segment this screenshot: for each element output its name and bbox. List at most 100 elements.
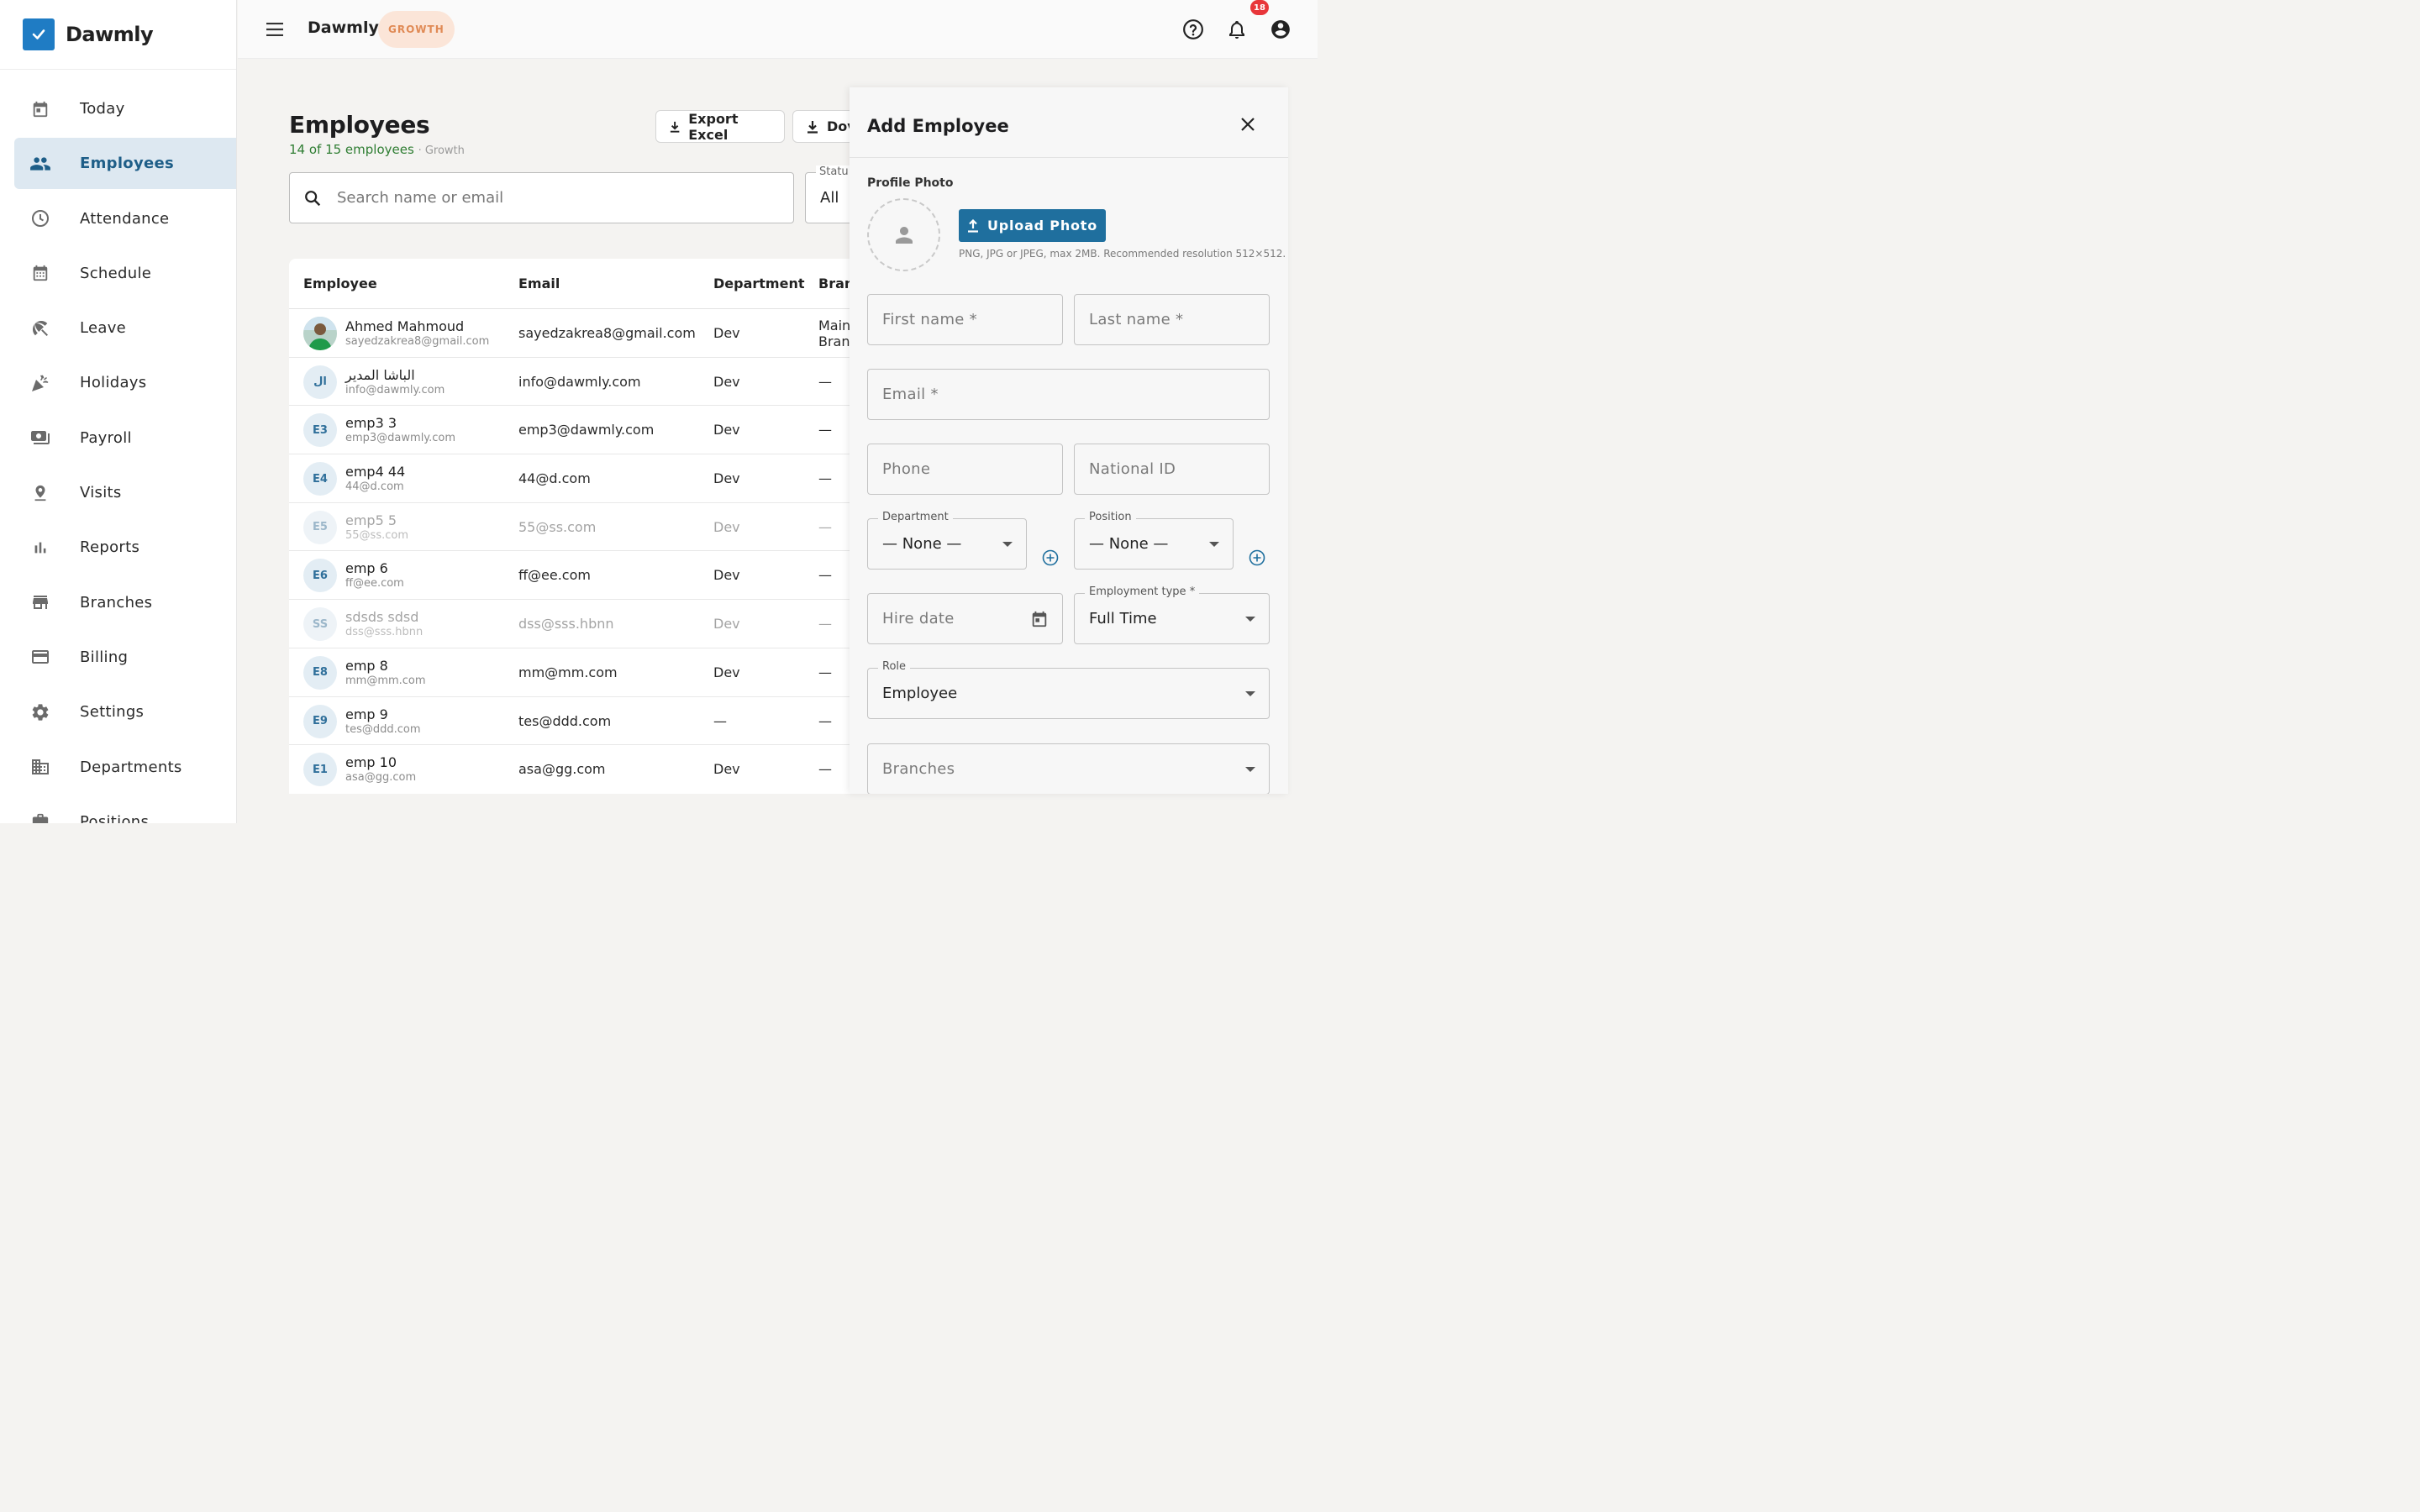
topbar: Dawmly GROWTH [238,0,1318,59]
store-icon [29,591,52,614]
table-row[interactable]: Ahmed Mahmoud sayedzakrea8@gmail.com say… [289,309,894,358]
sidebar-item-leave[interactable]: Leave [14,302,236,354]
national-id-field[interactable]: National ID [1074,444,1270,495]
person-icon [895,226,913,244]
table-row[interactable]: E8 emp 8 mm@mm.com mm@mm.com Dev — [289,648,894,697]
employment-type-label: Employment type * [1085,585,1200,598]
export-excel-button[interactable]: Export Excel [655,110,785,143]
sidebar-item-label: Today [80,100,125,118]
employee-sub-email: 55@ss.com [345,528,408,542]
hire-date-field[interactable]: Hire date [867,593,1063,644]
beach-umbrella-icon [29,317,52,340]
sidebar-item-settings[interactable]: Settings [14,686,236,738]
close-icon[interactable] [1238,114,1258,134]
sidebar-item-label: Employees [80,155,175,173]
help-icon[interactable] [1181,17,1206,42]
clock-icon [29,207,52,230]
avatar: E8 [303,655,337,690]
last-name-field[interactable]: Last name * [1074,294,1270,345]
sidebar-item-employees[interactable]: Employees [14,138,236,190]
search-field[interactable] [289,172,794,223]
department-value: — None — [882,535,962,553]
sidebar-item-label: Holidays [80,374,147,392]
employment-type-select[interactable]: Employment type * Full Time [1074,585,1270,644]
column-employee[interactable]: Employee [303,276,377,291]
sidebar-item-attendance[interactable]: Attendance [14,193,236,244]
sidebar-item-billing[interactable]: Billing [14,632,236,683]
column-branch[interactable]: Bran [818,276,854,291]
employee-department: Dev [713,616,740,633]
employee-branch: — [818,422,832,438]
position-select[interactable]: Position — None — [1074,511,1234,570]
employee-branch: — [818,712,832,729]
sidebar-item-visits[interactable]: Visits [14,467,236,518]
employee-name: sdsds sdsd [345,609,419,626]
sidebar-item-payroll[interactable]: Payroll [14,412,236,464]
employee-count-text: 14 of 15 employees [289,142,414,157]
avatar: ال [303,365,337,399]
credit-card-icon [29,645,52,669]
employee-name: emp5 5 [345,512,397,528]
employees-table: Employee Email Department Bran Ahmed Mah… [289,259,894,794]
employee-branch: — [818,664,832,680]
column-department[interactable]: Department [713,276,804,291]
table-row[interactable]: SS sdsds sdsd dss@sss.hbnn dss@sss.hbnn … [289,600,894,648]
phone-field[interactable]: Phone [867,444,1063,495]
brand-name: Dawmly [66,23,154,46]
sidebar-item-label: Payroll [80,428,132,447]
table-row[interactable]: E3 emp3 3 emp3@dawmly.com emp3@dawmly.co… [289,406,894,455]
employee-name: Ahmed Mahmoud [345,318,465,334]
column-email[interactable]: Email [518,276,560,291]
employee-department: Dev [713,422,740,438]
table-row[interactable]: E4 emp4 44 44@d.com 44@d.com Dev — [289,454,894,503]
sidebar-item-branches[interactable]: Branches [14,577,236,628]
department-select[interactable]: Department — None — [867,511,1027,570]
profile-photo-placeholder[interactable] [867,198,940,271]
sidebar-item-reports[interactable]: Reports [14,522,236,573]
sidebar-item-label: Departments [80,758,182,776]
sidebar: Dawmly Today Employees Attendance Schedu… [0,0,237,823]
search-input[interactable] [337,189,757,207]
table-row[interactable]: E5 emp5 5 55@ss.com 55@ss.com Dev — [289,503,894,552]
position-value: — None — [1089,535,1169,553]
add-department-icon[interactable] [1041,549,1060,567]
role-select[interactable]: Role Employee [867,660,1270,719]
employee-department: — [713,712,727,729]
drawer-header: Add Employee [850,87,1288,158]
notifications-bell-icon[interactable] [1224,17,1249,42]
employee-sub-email: asa@gg.com [345,771,417,785]
table-row[interactable]: ال الباشا المدير info@dawmly.com info@da… [289,358,894,407]
department-label: Department [878,511,953,523]
brand: Dawmly [0,0,236,70]
sidebar-item-holidays[interactable]: Holidays [14,357,236,408]
hamburger-menu-icon[interactable] [264,18,286,40]
sidebar-item-label: Billing [80,648,129,666]
avatar: E3 [303,413,337,448]
table-row[interactable]: E6 emp 6 ff@ee.com ff@ee.com Dev — [289,551,894,601]
sidebar-item-label: Branches [80,593,153,612]
avatar: E4 [303,462,337,496]
sidebar-item-label: Positions [80,812,150,823]
sidebar-item-positions[interactable]: Positions [14,796,236,823]
notifications-badge: 18 [1250,0,1269,15]
app-title: Dawmly [308,18,379,37]
branches-select[interactable]: Branches [867,743,1270,794]
sidebar-item-departments[interactable]: Departments [14,742,236,793]
table-row[interactable]: E9 emp 9 tes@ddd.com tes@ddd.com — — [289,697,894,746]
upload-photo-label: Upload Photo [986,218,1098,234]
first-name-field[interactable]: First name * [867,294,1063,345]
status-value: All [820,189,839,207]
employee-department: Dev [713,761,740,778]
account-circle-icon[interactable] [1268,17,1293,42]
sidebar-item-today[interactable]: Today [14,83,236,134]
employee-branch: — [818,616,832,633]
sidebar-item-schedule[interactable]: Schedule [14,248,236,299]
calendar-icon[interactable] [1030,609,1049,629]
add-position-icon[interactable] [1248,549,1266,567]
employee-branch: — [818,373,832,390]
employee-name: emp 9 [345,706,388,722]
upload-photo-button[interactable]: Upload Photo [959,209,1106,242]
email-field[interactable]: Email * [867,369,1270,420]
search-icon [305,190,321,206]
table-row[interactable]: E1 emp 10 asa@gg.com asa@gg.com Dev — [289,745,894,794]
